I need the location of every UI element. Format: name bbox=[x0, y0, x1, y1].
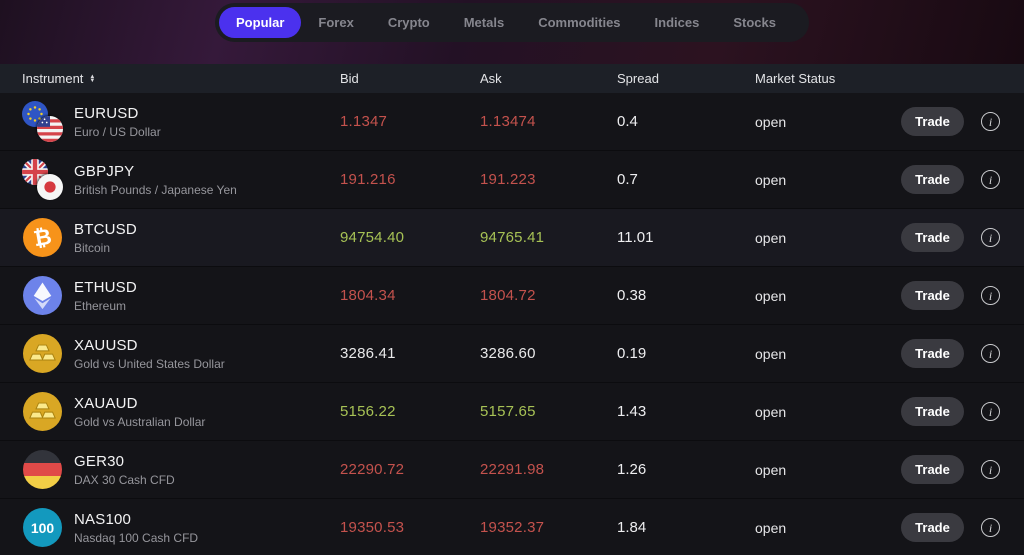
tab-forex[interactable]: Forex bbox=[301, 7, 370, 38]
spread-value: 0.7 bbox=[617, 171, 755, 188]
info-icon[interactable]: i bbox=[981, 402, 1000, 421]
table-row[interactable]: GER30 DAX 30 Cash CFD 22290.72 22291.98 … bbox=[0, 441, 1024, 499]
instrument-symbol: XAUUSD bbox=[74, 337, 225, 354]
spread-value: 1.43 bbox=[617, 403, 755, 420]
info-icon[interactable]: i bbox=[981, 228, 1000, 247]
column-header-instrument[interactable]: Instrument ▲▼ bbox=[22, 71, 340, 86]
bid-price: 5156.22 bbox=[340, 403, 480, 420]
info-icon[interactable]: i bbox=[981, 286, 1000, 305]
trade-button[interactable]: Trade bbox=[901, 281, 964, 310]
ask-price: 19352.37 bbox=[480, 519, 617, 536]
spread-value: 1.84 bbox=[617, 519, 755, 536]
trade-button[interactable]: Trade bbox=[901, 455, 964, 484]
ask-price: 5157.65 bbox=[480, 403, 617, 420]
gbp-jpy-flags-icon bbox=[22, 159, 63, 200]
spread-value: 0.4 bbox=[617, 113, 755, 130]
table-row[interactable]: EURUSD Euro / US Dollar 1.1347 1.13474 0… bbox=[0, 93, 1024, 151]
germany-flag-icon bbox=[22, 449, 63, 490]
bid-price: 1804.34 bbox=[340, 287, 480, 304]
sort-arrows-icon[interactable]: ▲▼ bbox=[89, 75, 95, 83]
trade-button[interactable]: Trade bbox=[901, 165, 964, 194]
tab-metals[interactable]: Metals bbox=[447, 7, 521, 38]
info-icon[interactable]: i bbox=[981, 344, 1000, 363]
market-status: open bbox=[755, 114, 901, 130]
ask-price: 1.13474 bbox=[480, 113, 617, 130]
table-row[interactable]: 100 NAS100 Nasdaq 100 Cash CFD 19350.53 … bbox=[0, 499, 1024, 555]
market-status: open bbox=[755, 346, 901, 362]
table-header: Instrument ▲▼ Bid Ask Spread Market Stat… bbox=[0, 64, 1024, 93]
instrument-name: DAX 30 Cash CFD bbox=[74, 473, 175, 487]
column-header-bid: Bid bbox=[340, 71, 480, 86]
bid-price: 22290.72 bbox=[340, 461, 480, 478]
instrument-symbol: XAUAUD bbox=[74, 395, 205, 412]
tab-crypto[interactable]: Crypto bbox=[371, 7, 447, 38]
info-icon[interactable]: i bbox=[981, 518, 1000, 537]
tab-indices[interactable]: Indices bbox=[638, 7, 717, 38]
instrument-name: Euro / US Dollar bbox=[74, 125, 161, 139]
trade-button[interactable]: Trade bbox=[901, 513, 964, 542]
spread-value: 1.26 bbox=[617, 461, 755, 478]
market-status: open bbox=[755, 404, 901, 420]
info-icon[interactable]: i bbox=[981, 112, 1000, 131]
nasdaq-100-icon: 100 bbox=[22, 507, 63, 548]
market-status: open bbox=[755, 288, 901, 304]
spread-value: 11.01 bbox=[617, 229, 755, 246]
table-row[interactable]: XAUUSD Gold vs United States Dollar 3286… bbox=[0, 325, 1024, 383]
trade-button[interactable]: Trade bbox=[901, 339, 964, 368]
bid-price: 3286.41 bbox=[340, 345, 480, 362]
eur-usd-flags-icon bbox=[22, 101, 63, 142]
ethereum-icon bbox=[22, 275, 63, 316]
instrument-table: EURUSD Euro / US Dollar 1.1347 1.13474 0… bbox=[0, 93, 1024, 555]
gold-bars-icon bbox=[22, 333, 63, 374]
ask-price: 94765.41 bbox=[480, 229, 617, 246]
instrument-name: Gold vs United States Dollar bbox=[74, 357, 225, 371]
info-icon[interactable]: i bbox=[981, 170, 1000, 189]
column-header-market-status: Market Status bbox=[755, 71, 901, 86]
table-row[interactable]: GBPJPY British Pounds / Japanese Yen 191… bbox=[0, 151, 1024, 209]
bid-price: 94754.40 bbox=[340, 229, 480, 246]
instrument-name: British Pounds / Japanese Yen bbox=[74, 183, 237, 197]
tab-stocks[interactable]: Stocks bbox=[716, 7, 793, 38]
market-status: open bbox=[755, 230, 901, 246]
top-banner: PopularForexCryptoMetalsCommoditiesIndic… bbox=[0, 0, 1024, 64]
svg-text:100: 100 bbox=[31, 520, 55, 536]
info-icon[interactable]: i bbox=[981, 460, 1000, 479]
table-row[interactable]: ₿ BTCUSD Bitcoin 94754.40 94765.41 11.01… bbox=[0, 209, 1024, 267]
column-header-ask: Ask bbox=[480, 71, 617, 86]
ask-price: 191.223 bbox=[480, 171, 617, 188]
column-header-spread: Spread bbox=[617, 71, 755, 86]
tab-popular[interactable]: Popular bbox=[219, 7, 301, 38]
instrument-symbol: GBPJPY bbox=[74, 163, 237, 180]
instrument-name: Gold vs Australian Dollar bbox=[74, 415, 205, 429]
ask-price: 3286.60 bbox=[480, 345, 617, 362]
ask-price: 1804.72 bbox=[480, 287, 617, 304]
instrument-symbol: NAS100 bbox=[74, 511, 198, 528]
bid-price: 1.1347 bbox=[340, 113, 480, 130]
market-status: open bbox=[755, 520, 901, 536]
market-status: open bbox=[755, 462, 901, 478]
gold-bars-icon bbox=[22, 391, 63, 432]
instrument-name: Nasdaq 100 Cash CFD bbox=[74, 531, 198, 545]
table-row[interactable]: ETHUSD Ethereum 1804.34 1804.72 0.38 ope… bbox=[0, 267, 1024, 325]
ask-price: 22291.98 bbox=[480, 461, 617, 478]
instrument-symbol: BTCUSD bbox=[74, 221, 137, 238]
instrument-header-label: Instrument bbox=[22, 71, 83, 86]
instrument-name: Bitcoin bbox=[74, 241, 137, 255]
bid-price: 191.216 bbox=[340, 171, 480, 188]
market-status: open bbox=[755, 172, 901, 188]
trade-button[interactable]: Trade bbox=[901, 107, 964, 136]
bitcoin-icon: ₿ bbox=[22, 217, 63, 258]
spread-value: 0.38 bbox=[617, 287, 755, 304]
instrument-symbol: EURUSD bbox=[74, 105, 161, 122]
trade-button[interactable]: Trade bbox=[901, 397, 964, 426]
table-row[interactable]: XAUAUD Gold vs Australian Dollar 5156.22… bbox=[0, 383, 1024, 441]
spread-value: 0.19 bbox=[617, 345, 755, 362]
instrument-symbol: GER30 bbox=[74, 453, 175, 470]
instrument-symbol: ETHUSD bbox=[74, 279, 137, 296]
tab-commodities[interactable]: Commodities bbox=[521, 7, 637, 38]
bid-price: 19350.53 bbox=[340, 519, 480, 536]
instrument-name: Ethereum bbox=[74, 299, 137, 313]
trade-button[interactable]: Trade bbox=[901, 223, 964, 252]
category-tabs: PopularForexCryptoMetalsCommoditiesIndic… bbox=[215, 3, 809, 42]
